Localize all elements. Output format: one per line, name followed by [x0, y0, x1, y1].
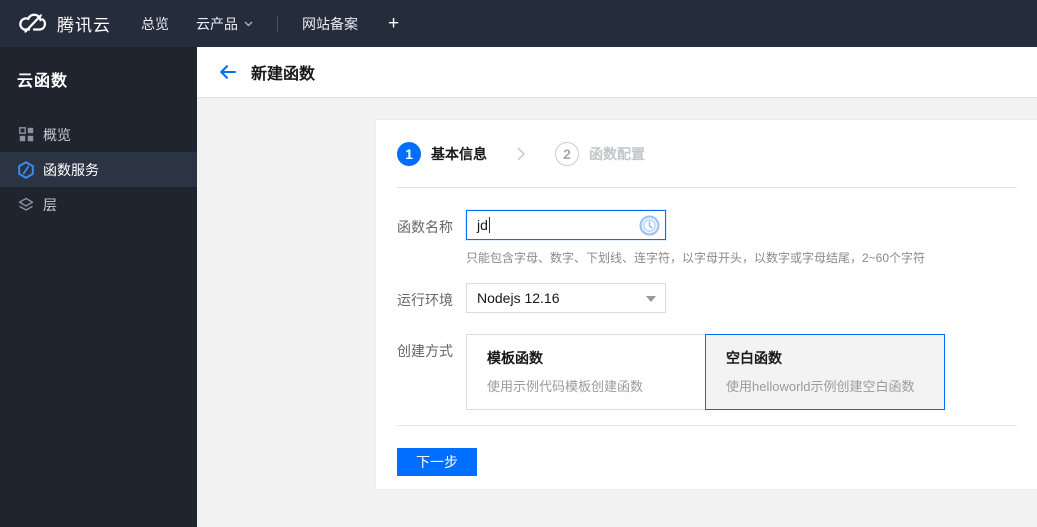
pending-clock-icon	[639, 215, 660, 241]
sidebar-item-layers[interactable]: 层	[0, 187, 197, 222]
arrow-left-icon	[218, 63, 237, 81]
method-card-template-function[interactable]: 模板函数 使用示例代码模板创建函数	[466, 334, 706, 410]
add-tab-button[interactable]: +	[388, 14, 399, 33]
step-2-circle: 2	[555, 141, 579, 166]
next-step-button[interactable]: 下一步	[397, 448, 477, 476]
nav-divider	[277, 15, 278, 32]
sidebar: 云函数 概览 函数服务 层	[0, 47, 197, 527]
method-card-blank-function[interactable]: 空白函数 使用helloworld示例创建空白函数	[705, 334, 945, 410]
nav-item-label: 网站备案	[302, 15, 358, 32]
creation-method-label: 创建方式	[397, 343, 453, 359]
sidebar-title: 云函数	[17, 73, 69, 90]
sidebar-item-overview[interactable]: 概览	[0, 117, 197, 152]
caret-down-icon	[646, 296, 656, 302]
top-navbar: 腾讯云 总览 云产品 网站备案 +	[0, 0, 1037, 47]
brand-name: 腾讯云	[57, 16, 111, 35]
chevron-down-icon	[244, 21, 253, 27]
page-header: 新建函数	[197, 47, 1037, 98]
sidebar-item-label: 层	[43, 196, 57, 213]
function-name-row: 函数名称 jd 只能包含字母、数字、下划线、连字符，以字母开头，以数字或字母结尾…	[397, 210, 1017, 266]
sidebar-item-label: 函数服务	[43, 161, 99, 178]
step-1-circle: 1	[397, 141, 421, 166]
nav-item-label: 总览	[141, 15, 169, 32]
runtime-label: 运行环境	[397, 292, 453, 308]
content-area: 1 基本信息 2 函数配置 函数名称 jd 只能包含字母、数字、下划线、连字符，…	[197, 98, 1037, 527]
nav-item-overview[interactable]: 总览	[141, 14, 169, 34]
layers-icon	[17, 196, 35, 214]
method-card-desc: 使用示例代码模板创建函数	[487, 379, 644, 394]
basic-info-form: 函数名称 jd 只能包含字母、数字、下划线、连字符，以字母开头，以数字或字母结尾…	[397, 188, 1017, 410]
function-hexagon-icon	[17, 160, 35, 179]
step-2-label: 函数配置	[589, 145, 645, 162]
step-1-label: 基本信息	[431, 145, 487, 162]
sidebar-menu: 概览 函数服务 层	[0, 117, 197, 222]
runtime-selected-value: Nodejs 12.16	[477, 290, 560, 306]
method-card-desc: 使用helloworld示例创建空白函数	[726, 379, 915, 394]
nav-item-label: 云产品	[196, 15, 238, 32]
nav-item-cloud-products[interactable]: 云产品	[196, 14, 253, 34]
page-title: 新建函数	[251, 66, 316, 83]
top-nav-links: 总览 云产品 网站备案 +	[141, 14, 399, 34]
back-button[interactable]	[218, 63, 237, 81]
tencent-cloud-logo[interactable]: 腾讯云	[17, 11, 111, 36]
method-card-title: 空白函数	[726, 350, 782, 366]
sidebar-item-function-service[interactable]: 函数服务	[0, 152, 197, 187]
cloud-logo-icon	[17, 12, 48, 35]
function-name-value: jd	[477, 217, 488, 233]
function-name-input[interactable]: jd	[466, 210, 666, 240]
function-name-hint: 只能包含字母、数字、下划线、连字符，以字母开头，以数字或字母结尾，2~60个字符	[466, 251, 926, 265]
runtime-row: 运行环境 Nodejs 12.16	[397, 283, 1017, 313]
creation-method-cards: 模板函数 使用示例代码模板创建函数 空白函数 使用helloworld示例创建空…	[466, 334, 945, 410]
footer-divider	[397, 425, 1017, 426]
grid-icon	[17, 126, 35, 144]
runtime-select[interactable]: Nodejs 12.16	[466, 283, 666, 313]
function-name-field-group: jd 只能包含字母、数字、下划线、连字符，以字母开头，以数字或字母结尾，2~60…	[466, 210, 925, 266]
function-name-label: 函数名称	[397, 219, 453, 235]
creation-method-row: 创建方式 模板函数 使用示例代码模板创建函数 空白函数 使用helloworld…	[397, 334, 1017, 410]
step-indicator: 1 基本信息 2 函数配置	[397, 120, 1017, 188]
method-card-title: 模板函数	[487, 350, 543, 366]
chevron-right-icon	[517, 146, 525, 161]
create-function-panel: 1 基本信息 2 函数配置 函数名称 jd 只能包含字母、数字、下划线、连字符，…	[375, 119, 1037, 490]
nav-item-website-icp[interactable]: 网站备案	[302, 14, 358, 34]
text-cursor	[488, 217, 490, 233]
sidebar-item-label: 概览	[43, 126, 71, 143]
